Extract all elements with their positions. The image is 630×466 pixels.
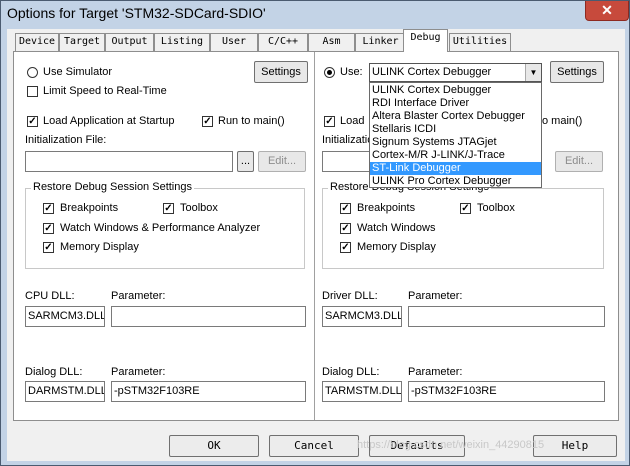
options-dialog: Options for Target 'STM32-SDCard-SDIO' ✕… [0, 0, 630, 466]
right-watch-windows-label: Watch Windows [357, 222, 436, 234]
dialog-client: Device Target Output Listing User C/C++ … [7, 29, 625, 461]
use-debugger-radio[interactable] [324, 67, 335, 78]
run-to-main-checkbox[interactable]: ✓ [202, 116, 213, 127]
close-button[interactable]: ✕ [585, 1, 629, 21]
memory-display-checkbox[interactable]: ✓ [43, 242, 54, 253]
dialog-param-field[interactable]: -pSTM32F103RE [111, 381, 306, 402]
right-toolbox-label: Toolbox [477, 202, 515, 214]
title-bar: Options for Target 'STM32-SDCard-SDIO' ✕ [1, 1, 629, 27]
breakpoints-label: Breakpoints [60, 202, 119, 214]
watch-windows-label: Watch Windows & Performance Analyzer [60, 222, 261, 234]
right-load-app-label: Load [340, 115, 365, 127]
tab-debug[interactable]: Debug [403, 29, 448, 52]
right-memory-display-checkbox[interactable]: ✓ [340, 242, 351, 253]
restore-settings-title: Restore Debug Session Settings [31, 181, 194, 193]
tab-asm[interactable]: Asm [308, 33, 355, 51]
dialog-param-label: Parameter: [111, 366, 166, 378]
dropdown-option[interactable]: ULINK Pro Cortex Debugger [370, 175, 541, 188]
right-breakpoints-label: Breakpoints [357, 202, 416, 214]
dropdown-option[interactable]: Stellaris ICDI [370, 123, 541, 136]
chevron-down-icon[interactable]: ▼ [525, 64, 541, 81]
right-init-file-input[interactable] [322, 151, 372, 172]
right-dialog-dll-label: Dialog DLL: [322, 366, 380, 378]
right-dialog-param-label: Parameter: [408, 366, 463, 378]
limit-speed-label: Limit Speed to Real-Time [43, 85, 167, 97]
cpu-dll-label: CPU DLL: [25, 290, 75, 302]
ok-button[interactable]: OK [169, 435, 259, 457]
tab-listing[interactable]: Listing [154, 33, 210, 51]
dropdown-option-selected[interactable]: ST-Link Debugger [370, 162, 541, 175]
cpu-dll-field[interactable]: SARMCM3.DLL [25, 306, 105, 327]
driver-param-field[interactable] [408, 306, 605, 327]
dialog-dll-field[interactable]: DARMSTM.DLL [25, 381, 105, 402]
memory-display-label: Memory Display [60, 241, 139, 253]
tab-device[interactable]: Device [15, 33, 59, 51]
help-button[interactable]: Help [533, 435, 617, 457]
toolbox-label: Toolbox [180, 202, 218, 214]
right-init-file-edit-button[interactable]: Edit... [555, 151, 603, 172]
driver-dll-label: Driver DLL: [322, 290, 378, 302]
debugger-settings-button[interactable]: Settings [550, 61, 604, 83]
debug-panel: Use Simulator Settings Limit Speed to Re… [13, 51, 619, 421]
window-title: Options for Target 'STM32-SDCard-SDIO' [7, 5, 266, 21]
run-to-main-label: Run to main() [218, 115, 285, 127]
panel-divider [314, 52, 315, 420]
tab-linker[interactable]: Linker [355, 33, 406, 51]
load-app-checkbox[interactable]: ✓ [27, 116, 38, 127]
simulator-settings-button[interactable]: Settings [254, 61, 308, 83]
dropdown-option[interactable]: RDI Interface Driver [370, 97, 541, 110]
tab-utilities[interactable]: Utilities [449, 33, 511, 51]
right-dialog-dll-field[interactable]: TARMSTM.DLL [322, 381, 402, 402]
tab-target[interactable]: Target [59, 33, 105, 51]
limit-speed-checkbox[interactable] [27, 86, 38, 97]
breakpoints-checkbox[interactable]: ✓ [43, 203, 54, 214]
right-toolbox-checkbox[interactable]: ✓ [460, 203, 471, 214]
use-simulator-label: Use Simulator [43, 66, 113, 78]
watch-windows-checkbox[interactable]: ✓ [43, 223, 54, 234]
dialog-dll-label: Dialog DLL: [25, 366, 83, 378]
tab-user[interactable]: User [210, 33, 258, 51]
driver-dll-field[interactable]: SARMCM3.DLL [322, 306, 402, 327]
load-app-label: Load Application at Startup [43, 115, 175, 127]
init-file-label: Initialization File: [25, 134, 107, 146]
right-dialog-param-field[interactable]: -pSTM32F103RE [408, 381, 605, 402]
dropdown-option[interactable]: Signum Systems JTAGjet [370, 136, 541, 149]
debugger-dropdown-list: ULINK Cortex Debugger RDI Interface Driv… [369, 82, 542, 188]
tab-output[interactable]: Output [105, 33, 154, 51]
init-file-edit-button[interactable]: Edit... [258, 151, 306, 172]
init-file-input[interactable] [25, 151, 233, 172]
use-simulator-radio[interactable] [27, 67, 38, 78]
right-init-file-label: Initializatio [322, 134, 374, 146]
right-memory-display-label: Memory Display [357, 241, 436, 253]
dropdown-option[interactable]: Cortex-M/R J-LINK/J-Trace [370, 149, 541, 162]
cancel-button[interactable]: Cancel [269, 435, 359, 457]
right-load-app-checkbox[interactable]: ✓ [324, 116, 335, 127]
cpu-param-label: Parameter: [111, 290, 166, 302]
driver-param-label: Parameter: [408, 290, 463, 302]
right-watch-windows-checkbox[interactable]: ✓ [340, 223, 351, 234]
init-file-browse-button[interactable]: ... [237, 151, 254, 172]
tab-c-cpp[interactable]: C/C++ [258, 33, 308, 51]
right-run-to-main-label: o main() [542, 115, 583, 127]
cpu-param-field[interactable] [111, 306, 306, 327]
debugger-select[interactable]: ULINK Cortex Debugger [369, 63, 542, 82]
use-label: Use: [340, 66, 363, 78]
dropdown-option[interactable]: ULINK Cortex Debugger [370, 84, 541, 97]
dropdown-option[interactable]: Altera Blaster Cortex Debugger [370, 110, 541, 123]
watermark: https://blog.csdn.net/weixin_44290815 [357, 439, 545, 451]
toolbox-checkbox[interactable]: ✓ [163, 203, 174, 214]
right-breakpoints-checkbox[interactable]: ✓ [340, 203, 351, 214]
